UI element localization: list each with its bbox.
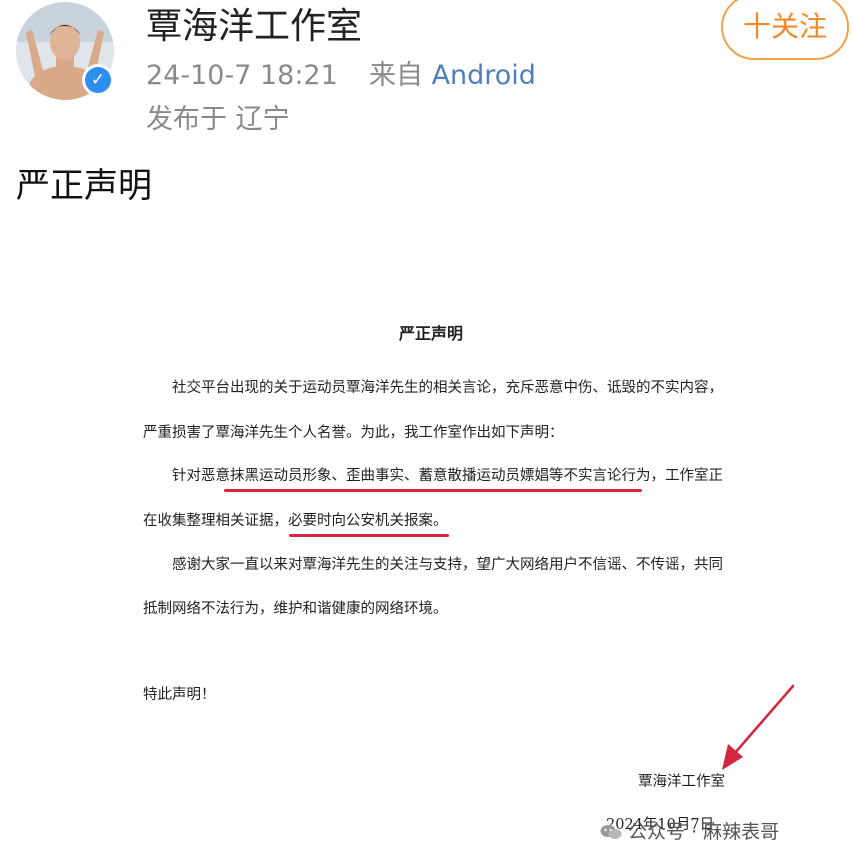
document-paragraph-line: 感谢大家一直以来对覃海洋先生的关注与支持，望广大网络用户不信谣、不传谣，共同	[172, 557, 723, 573]
document-closing: 特此声明！	[143, 687, 216, 703]
document-paragraph-line: 严重损害了覃海洋先生个人名誉。为此，我工作室作出如下声明：	[143, 425, 564, 441]
wechat-icon	[600, 825, 622, 839]
device-link[interactable]: Android	[432, 60, 536, 91]
document-paragraph-line: 在收集整理相关证据，必要时向公安机关报案。	[143, 513, 448, 529]
watermark: 公众号 · 麻辣表哥	[600, 817, 779, 844]
document-paragraph-line: 社交平台出现的关于运动员覃海洋先生的相关言论，充斥恶意中伤、诋毁的不实内容，	[172, 380, 723, 396]
document-title: 严正声明	[399, 324, 464, 343]
post-meta: 24-10-7 18:21 来自 Android	[146, 56, 536, 96]
follow-button[interactable]: 十关注	[721, 0, 849, 60]
post-text: 严正声明	[16, 166, 152, 206]
source-prefix: 来自	[368, 60, 423, 91]
document-paragraph-line: 针对恶意抹黑运动员形象、歪曲事实、蓄意散播运动员嫖娼等不实言论行为，工作室正	[172, 468, 723, 484]
document-paragraph-line: 抵制网络不法行为，维护和谐健康的网络环境。	[143, 601, 448, 617]
verified-check-icon: ✓	[85, 67, 111, 93]
arrow-icon	[722, 684, 795, 770]
post-time: 24-10-7 18:21	[146, 60, 338, 91]
red-underline	[289, 534, 449, 537]
watermark-text: 公众号 · 麻辣表哥	[628, 821, 780, 843]
red-underline	[224, 489, 642, 492]
author-name[interactable]: 覃海洋工作室	[146, 2, 362, 52]
post-location: 发布于 辽宁	[146, 104, 290, 135]
statement-document-image[interactable]: 严正声明 社交平台出现的关于运动员覃海洋先生的相关言论，充斥恶意中伤、诋毁的不实…	[0, 240, 853, 863]
verified-badge: ✓	[82, 64, 114, 96]
